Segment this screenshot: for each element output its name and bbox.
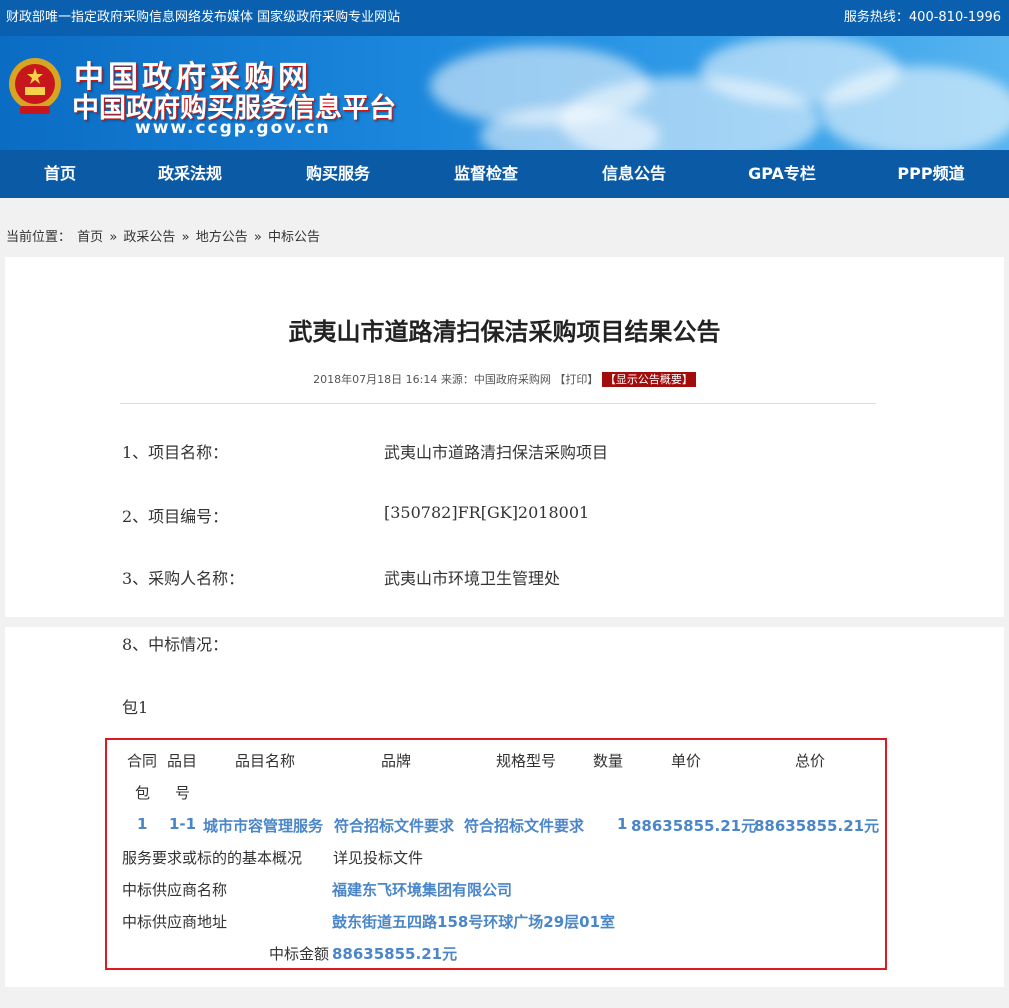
supplier-name-label: 中标供应商名称: [122, 881, 228, 899]
nav-ppp[interactable]: PPP频道: [871, 150, 991, 198]
row-brand: 符合招标文件要求: [334, 817, 455, 835]
breadcrumb-award-announcements[interactable]: 中标公告: [268, 230, 320, 245]
row-item-name: 城市市容管理服务: [203, 817, 324, 835]
col-unit-price: 单价: [671, 752, 702, 770]
supplier-address-value: 鼓东街道五四路158号环球广场29层01室: [332, 913, 616, 931]
requirements-value: 详见投标文件: [333, 849, 424, 867]
row-contract-pkg: 1: [137, 815, 148, 833]
nav-regulations[interactable]: 政采法规: [130, 150, 250, 198]
breadcrumb-separator: »: [253, 230, 262, 245]
article-card-top: [5, 257, 1004, 617]
site-url: www.ccgp.gov.cn: [135, 118, 331, 138]
requirements-label: 服务要求或标的的基本概况: [122, 849, 303, 867]
col-contract-pkg: 合同: [127, 752, 158, 770]
project-number-label: 2、项目编号：: [122, 507, 229, 526]
col-brand: 品牌: [381, 752, 412, 770]
breadcrumb-gov-announcements[interactable]: 政采公告: [123, 230, 175, 245]
col-quantity: 数量: [593, 752, 624, 770]
package-label: 包1: [122, 698, 149, 717]
col-total-price: 总价: [795, 752, 826, 770]
national-emblem-icon: [9, 58, 61, 114]
top-bar-slogan: 财政部唯一指定政府采购信息网络发布媒体 国家级政府采购专业网站: [6, 10, 401, 25]
top-bar: 财政部唯一指定政府采购信息网络发布媒体 国家级政府采购专业网站 服务热线：400…: [0, 0, 1009, 36]
breadcrumb: 当前位置： 首页 » 政采公告 » 地方公告 » 中标公告: [6, 226, 322, 245]
breadcrumb-home[interactable]: 首页: [77, 230, 103, 245]
supplier-name-value: 福建东飞环境集团有限公司: [332, 881, 513, 899]
nav-supervision[interactable]: 监督检查: [426, 150, 546, 198]
breadcrumb-local-announcements[interactable]: 地方公告: [196, 230, 248, 245]
row-item-no: 1-1: [169, 815, 197, 833]
nav-gpa[interactable]: GPA专栏: [722, 150, 842, 198]
col-item-no-line2: 号: [175, 784, 191, 802]
supplier-address-label: 中标供应商地址: [122, 913, 228, 931]
service-hotline: 服务热线：400-810-1996: [843, 10, 1001, 25]
col-spec: 规格型号: [496, 752, 557, 770]
award-result-table: 合同 包 品目 号 品目名称 品牌 规格型号 数量 单价 总价 1 1-1 城市…: [105, 738, 887, 970]
row-total-price: 88635855.21元: [754, 817, 880, 835]
col-item-name: 品目名称: [235, 752, 296, 770]
publish-date: 2018年07月18日 16:14: [313, 373, 438, 386]
nav-purchase-services[interactable]: 购买服务: [278, 150, 398, 198]
purchaser-label: 3、采购人名称：: [122, 569, 245, 588]
show-summary-button[interactable]: 【显示公告概要】: [601, 372, 696, 387]
col-contract-pkg-line2: 包: [135, 784, 151, 802]
row-unit-price: 88635855.21元: [631, 817, 757, 835]
project-number-value: [350782]FR[GK]2018001: [384, 503, 590, 522]
main-nav: 首页 政采法规 购买服务 监督检查 信息公告 GPA专栏 PPP频道: [0, 150, 1009, 198]
row-quantity: 1: [617, 815, 628, 833]
print-link[interactable]: 【打印】: [554, 373, 598, 386]
article-title: 武夷山市道路清扫保洁采购项目结果公告: [288, 318, 721, 346]
article-meta: 2018年07月18日 16:14 来源：中国政府采购网 【打印】 【显示公告概…: [0, 371, 1009, 387]
source: 来源：中国政府采购网: [440, 373, 551, 386]
row-spec: 符合招标文件要求: [464, 817, 585, 835]
site-banner: 中国政府采购网 中国政府购买服务信息平台 www.ccgp.gov.cn: [0, 36, 1009, 150]
breadcrumb-separator: »: [109, 230, 118, 245]
project-name-label: 1、项目名称：: [122, 443, 229, 462]
award-amount-label: 中标金额: [269, 945, 330, 963]
nav-home[interactable]: 首页: [0, 150, 120, 198]
breadcrumb-prefix: 当前位置：: [6, 230, 72, 245]
title-divider: [120, 403, 876, 404]
award-section-label: 8、中标情况：: [122, 635, 229, 654]
award-amount-value: 88635855.21元: [332, 945, 458, 963]
col-item-no: 品目: [167, 752, 198, 770]
breadcrumb-separator: »: [181, 230, 190, 245]
project-name-value: 武夷山市道路清扫保洁采购项目: [384, 443, 609, 462]
purchaser-value: 武夷山市环境卫生管理处: [384, 569, 561, 588]
nav-announcements[interactable]: 信息公告: [574, 150, 694, 198]
